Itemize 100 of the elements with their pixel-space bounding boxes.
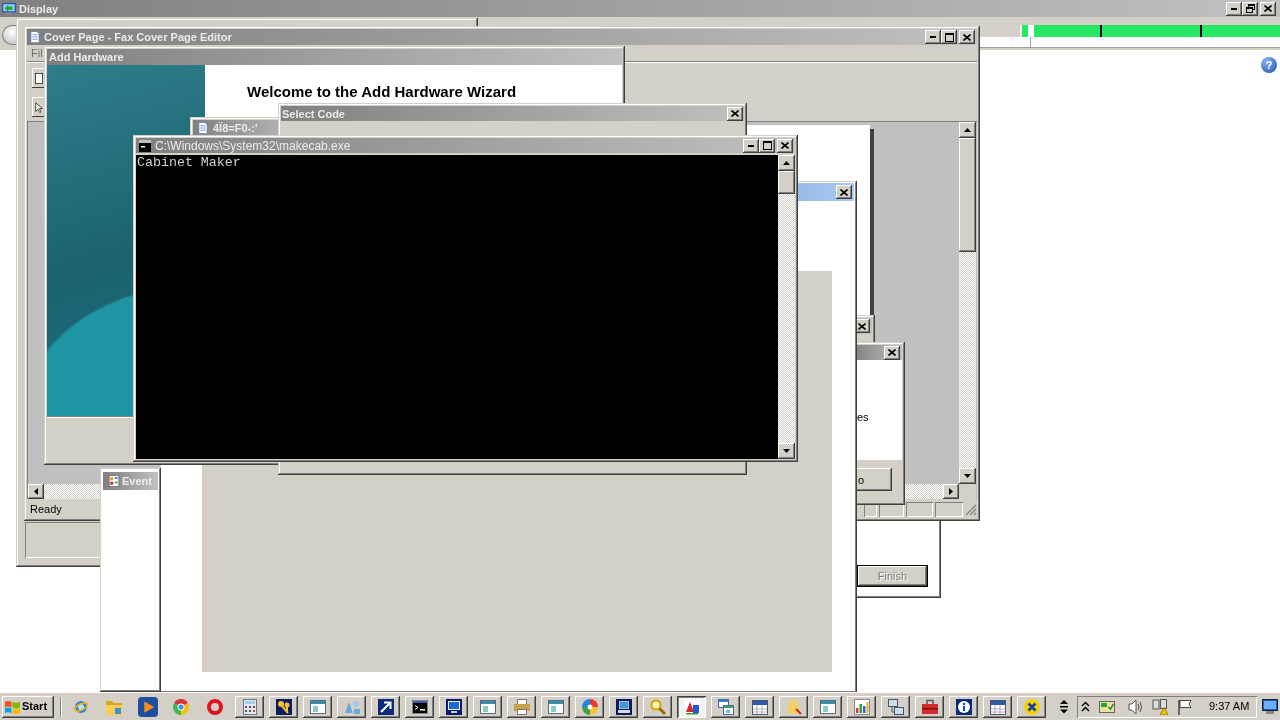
arrow-right-icon (949, 488, 953, 495)
close-button[interactable] (836, 185, 852, 199)
toolbox-icon (921, 698, 938, 715)
desktop-icon[interactable] (1262, 699, 1279, 714)
taskbar-button[interactable] (677, 695, 706, 718)
speaker-icon[interactable] (1128, 698, 1143, 715)
scroll-up-button[interactable] (778, 155, 795, 171)
console-icon (139, 139, 151, 152)
calendar-icon (751, 698, 768, 715)
keys-icon (275, 698, 292, 715)
close-icon (858, 322, 866, 330)
document-icon (29, 31, 41, 43)
scroll-up-button[interactable] (959, 122, 976, 138)
address-bar[interactable] (980, 25, 1280, 48)
restore-button[interactable] (1242, 1, 1258, 16)
card-icon[interactable] (1099, 698, 1115, 715)
segmented-circle-icon[interactable] (173, 698, 190, 715)
minimize-button[interactable] (743, 138, 759, 153)
status-panel (879, 502, 904, 517)
taskbar-button[interactable] (847, 695, 876, 718)
clock[interactable]: 9:37 AM (1209, 700, 1250, 713)
taskbar-button[interactable] (235, 695, 264, 718)
close-button[interactable] (777, 138, 793, 153)
taskbar-button[interactable] (337, 695, 366, 718)
list-icon (108, 475, 120, 487)
network-warning-icon[interactable] (1152, 698, 1168, 715)
menu-item[interactable]: Fil (31, 46, 43, 60)
start-button[interactable]: Start (2, 695, 54, 718)
pointer-icon (35, 101, 43, 113)
scroll-down-button[interactable] (959, 468, 976, 484)
globe-icon[interactable] (72, 698, 89, 715)
taskbar-button[interactable] (371, 695, 400, 718)
taskbar-button[interactable] (575, 695, 604, 718)
minimize-icon (930, 36, 936, 38)
taskbar-button[interactable] (405, 695, 434, 718)
printer-icon (513, 698, 530, 715)
maximize-button[interactable] (759, 138, 775, 153)
status-panel (864, 502, 877, 517)
page-icon (35, 72, 43, 84)
close-icon (840, 188, 848, 196)
scroll-left-button[interactable] (28, 484, 44, 499)
taskbar-button[interactable] (643, 695, 672, 718)
window-icon (309, 698, 326, 715)
close-button[interactable] (727, 106, 743, 121)
taskbar-button[interactable] (473, 695, 502, 718)
monitor-icon (2, 1, 16, 16)
status-text: Ready (29, 503, 62, 516)
taskbar-button[interactable] (779, 695, 808, 718)
arrow-left-icon (34, 488, 38, 495)
console-icon (411, 698, 428, 715)
taskbar-button[interactable] (711, 695, 740, 718)
dialog-button[interactable]: o (855, 468, 892, 491)
taskbar-button[interactable] (1017, 695, 1046, 718)
taskbar-button[interactable] (439, 695, 468, 718)
maximize-button[interactable] (941, 30, 957, 44)
round-button[interactable] (2, 25, 16, 45)
taskbar-button[interactable] (609, 695, 638, 718)
close-button[interactable] (1260, 1, 1276, 16)
calculator-icon (241, 698, 258, 715)
scroll-down-button[interactable] (778, 443, 795, 459)
window-icon (547, 698, 564, 715)
color-wheel-icon (581, 698, 598, 715)
window-icon (819, 698, 836, 715)
scroll-right-button[interactable] (943, 484, 959, 499)
taskbar-button[interactable] (915, 695, 944, 718)
calendar-icon (989, 698, 1006, 715)
taskbar-button[interactable] (745, 695, 774, 718)
close-button[interactable] (884, 345, 900, 360)
status-panel (906, 502, 933, 517)
double-chevron-icon[interactable] (1081, 701, 1090, 712)
taskbar-button[interactable] (303, 695, 332, 718)
taskbar-button[interactable] (507, 695, 536, 718)
window-title: Event (122, 474, 152, 488)
arrow-down-icon (964, 474, 971, 478)
flag-icon (5, 699, 20, 714)
minimize-button[interactable] (1226, 1, 1242, 16)
info-icon (955, 698, 972, 715)
scroll-thumb[interactable] (778, 171, 795, 194)
window-title: Cover Page - Fax Cover Page Editor (44, 30, 232, 44)
minimize-button[interactable] (925, 30, 941, 44)
taskbar-button[interactable] (949, 695, 978, 718)
play-icon[interactable] (137, 696, 158, 717)
flag-icon[interactable] (1177, 698, 1193, 715)
taskbar-button[interactable] (983, 695, 1012, 718)
up-down-arrows-icon[interactable] (1060, 699, 1068, 714)
status-panel (935, 502, 963, 517)
close-button[interactable] (959, 30, 975, 44)
scrollbar-corner (959, 484, 976, 499)
taskbar-button[interactable] (813, 695, 842, 718)
taskbar-button[interactable] (541, 695, 570, 718)
close-icon (781, 142, 789, 149)
window-title: Select Code (282, 106, 345, 121)
dialog-text: es (857, 411, 869, 423)
window-title: Display (19, 1, 59, 16)
taskbar-button[interactable] (269, 695, 298, 718)
ring-icon[interactable] (206, 698, 223, 715)
scroll-thumb[interactable] (959, 138, 976, 252)
minimize-icon (1231, 7, 1237, 10)
wizard-heading: Welcome to the Add Hardware Wizard (247, 83, 517, 101)
taskbar-button[interactable] (881, 695, 910, 718)
